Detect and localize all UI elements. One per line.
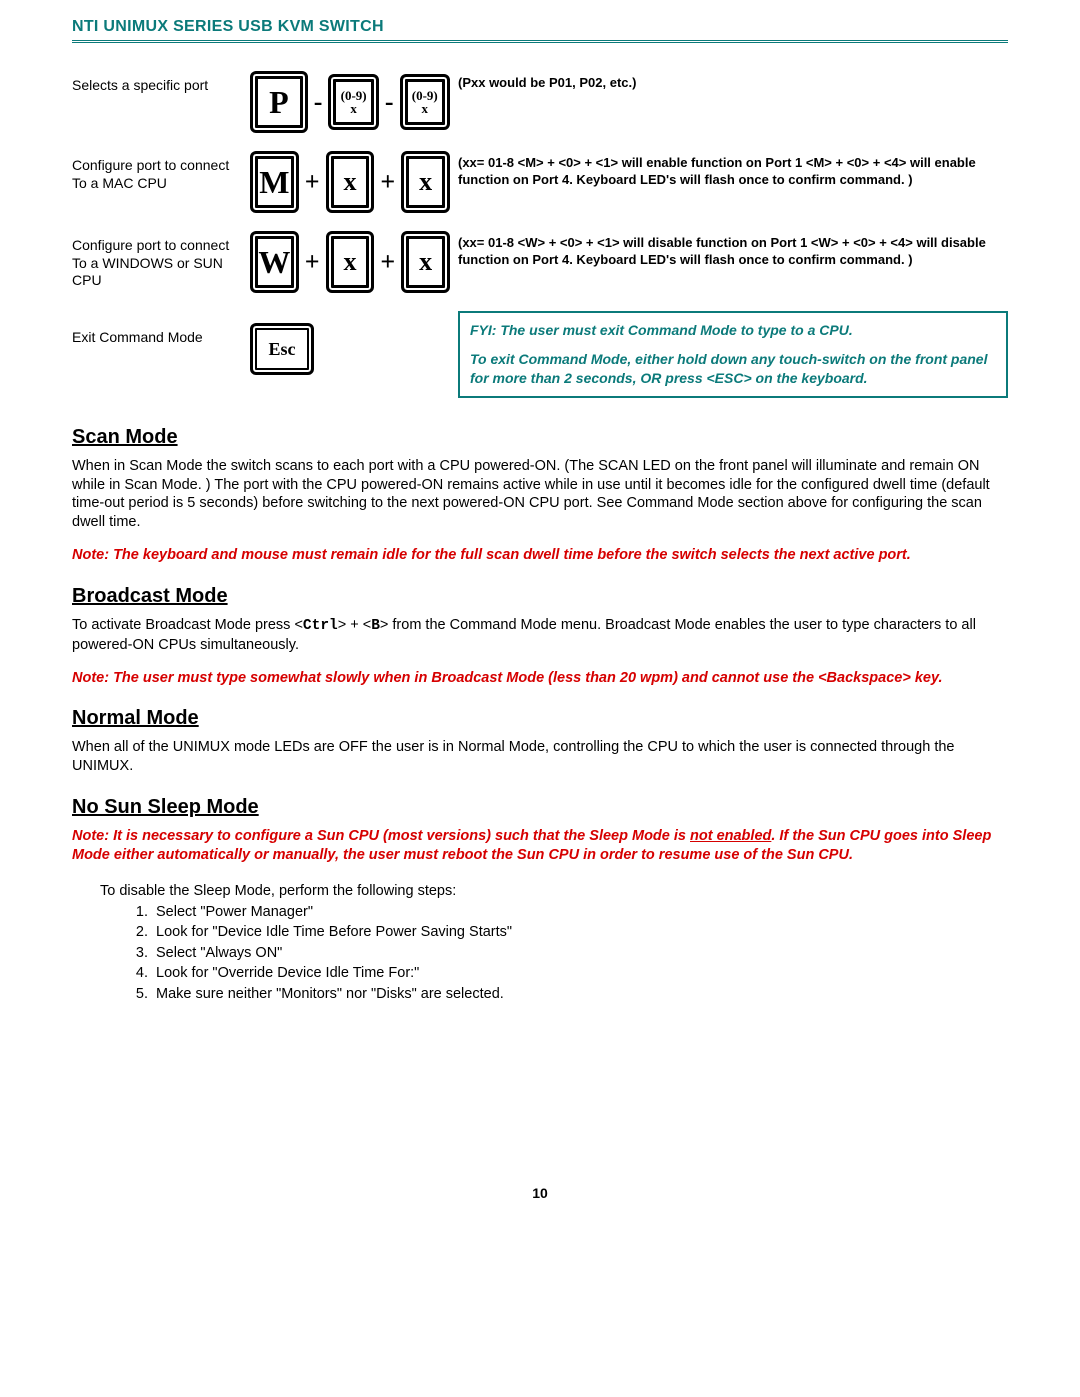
nosun-mode-note: Note: It is necessary to configure a Sun…: [72, 827, 1008, 865]
dash-icon: -: [385, 87, 394, 117]
plus-icon: +: [380, 247, 395, 277]
page-number: 10: [72, 1185, 1008, 1201]
exit-info-line1: FYI: The user must exit Command Mode to …: [470, 321, 996, 340]
cmd-keys-exit: Esc: [250, 311, 450, 375]
cmd-note-win: (xx= 01-8 <W> + <0> + <1> will disable f…: [458, 231, 1008, 269]
broadcast-mode-body: To activate Broadcast Mode press <Ctrl> …: [72, 616, 1008, 655]
header-rule: [72, 40, 1008, 43]
key-W: W: [250, 231, 299, 293]
cmd-keys-port: P - (0-9) x - (0-9) x: [250, 71, 450, 133]
list-item: Select "Power Manager": [152, 903, 1008, 923]
list-item: Look for "Override Device Idle Time For:…: [152, 964, 1008, 984]
cmd-keys-mac: M + x + x: [250, 151, 450, 213]
scan-mode-body: When in Scan Mode the switch scans to ea…: [72, 457, 1008, 532]
command-table: Selects a specific port P - (0-9) x - (0…: [72, 71, 1008, 398]
key-x: x: [401, 231, 450, 293]
exit-info-box: FYI: The user must exit Command Mode to …: [458, 311, 1008, 398]
normal-mode-body: When all of the UNIMUX mode LEDs are OFF…: [72, 738, 1008, 776]
key-P: P: [250, 71, 308, 133]
cmd-desc-win: Configure port to connect To a WINDOWS o…: [72, 231, 242, 290]
dash-icon: -: [314, 87, 323, 117]
plus-icon: +: [305, 247, 320, 277]
key-x: x: [326, 151, 375, 213]
scan-mode-note: Note: The keyboard and mouse must remain…: [72, 546, 1008, 565]
cmd-note-mac: (xx= 01-8 <M> + <0> + <1> will enable fu…: [458, 151, 1008, 189]
cmd-desc-port: Selects a specific port: [72, 71, 242, 95]
broadcast-mode-note: Note: The user must type somewhat slowly…: [72, 669, 1008, 688]
plus-icon: +: [380, 167, 395, 197]
broadcast-mode-heading: Broadcast Mode: [72, 585, 1008, 608]
key-M: M: [250, 151, 299, 213]
list-item: Look for "Device Idle Time Before Power …: [152, 923, 1008, 943]
list-item: Make sure neither "Monitors" nor "Disks"…: [152, 985, 1008, 1005]
cmd-note-port: (Pxx would be P01, P02, etc.): [458, 71, 1008, 92]
exit-info-line2: To exit Command Mode, either hold down a…: [470, 350, 996, 388]
scan-mode-heading: Scan Mode: [72, 426, 1008, 449]
key-digit: (0-9) x: [328, 74, 378, 130]
plus-icon: +: [305, 167, 320, 197]
cmd-desc-mac: Configure port to connect To a MAC CPU: [72, 151, 242, 192]
nosun-steps: Select "Power Manager" Look for "Device …: [152, 903, 1008, 1005]
nosun-intro: To disable the Sleep Mode, perform the f…: [100, 883, 1008, 899]
normal-mode-heading: Normal Mode: [72, 707, 1008, 730]
list-item: Select "Always ON": [152, 944, 1008, 964]
nosun-mode-heading: No Sun Sleep Mode: [72, 796, 1008, 819]
key-x: x: [401, 151, 450, 213]
page-header: NTI UNIMUX SERIES USB KVM SWITCH: [72, 18, 1008, 36]
key-x: x: [326, 231, 375, 293]
cmd-keys-win: W + x + x: [250, 231, 450, 293]
key-esc: Esc: [250, 323, 314, 375]
cmd-desc-exit: Exit Command Mode: [72, 311, 242, 347]
key-digit: (0-9) x: [400, 74, 450, 130]
